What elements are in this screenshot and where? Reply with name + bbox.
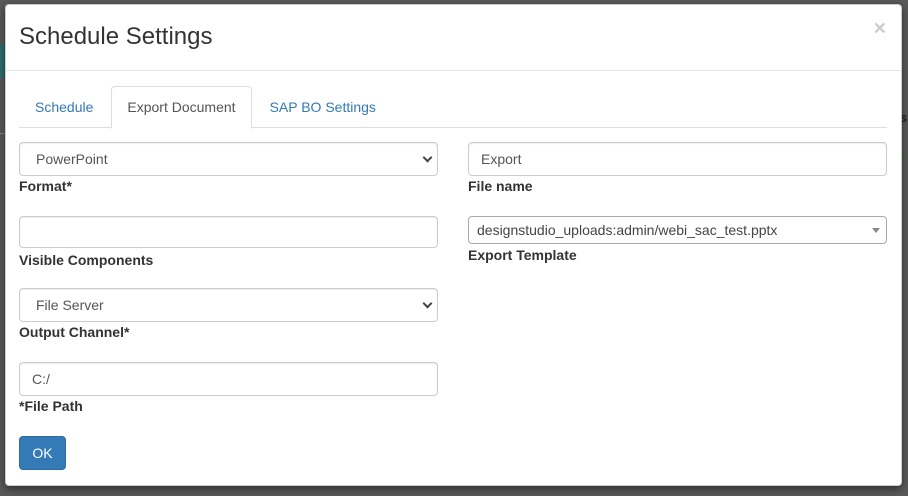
export-template-field: designstudio_uploads:admin/webi_sac_test…: [468, 216, 887, 263]
format-select[interactable]: PowerPoint: [19, 142, 438, 176]
export-template-label: Export Template: [468, 247, 577, 263]
output-channel-label: Output Channel*: [19, 324, 130, 340]
visible-components-input[interactable]: [19, 216, 438, 248]
file-path-field: C:/ *File Path: [19, 362, 438, 414]
output-channel-select[interactable]: File Server: [19, 288, 438, 322]
chevron-down-icon: [422, 152, 433, 163]
tab-sap-bo-settings[interactable]: SAP BO Settings: [254, 86, 392, 128]
dropdown-arrow-icon: [872, 228, 880, 233]
modal-header: Schedule Settings ×: [6, 5, 901, 71]
tab-bar: Schedule Export Document SAP BO Settings: [19, 86, 887, 129]
format-field: PowerPoint Format*: [19, 142, 438, 194]
tab-schedule[interactable]: Schedule: [19, 86, 109, 128]
format-label: Format*: [19, 178, 72, 194]
chevron-down-icon: [422, 298, 433, 309]
export-template-select[interactable]: designstudio_uploads:admin/webi_sac_test…: [468, 216, 887, 244]
ok-button[interactable]: OK: [19, 436, 66, 470]
format-select-value: PowerPoint: [36, 151, 108, 167]
schedule-settings-dialog: Schedule Settings × Schedule Export Docu…: [5, 4, 902, 486]
file-name-input[interactable]: Export: [468, 142, 887, 176]
output-channel-select-value: File Server: [36, 297, 104, 313]
modal-title: Schedule Settings: [19, 23, 213, 50]
tab-export-document[interactable]: Export Document: [111, 86, 252, 129]
export-template-value: designstudio_uploads:admin/webi_sac_test…: [477, 222, 778, 238]
output-channel-field: File Server Output Channel*: [19, 288, 438, 340]
file-name-field: Export File name: [468, 142, 887, 194]
visible-components-label: Visible Components: [19, 252, 154, 268]
close-icon[interactable]: ×: [874, 18, 886, 39]
visible-components-field: Visible Components: [19, 216, 438, 268]
file-path-input[interactable]: C:/: [19, 362, 438, 396]
file-name-label: File name: [468, 178, 533, 194]
file-path-label: *File Path: [19, 398, 83, 414]
